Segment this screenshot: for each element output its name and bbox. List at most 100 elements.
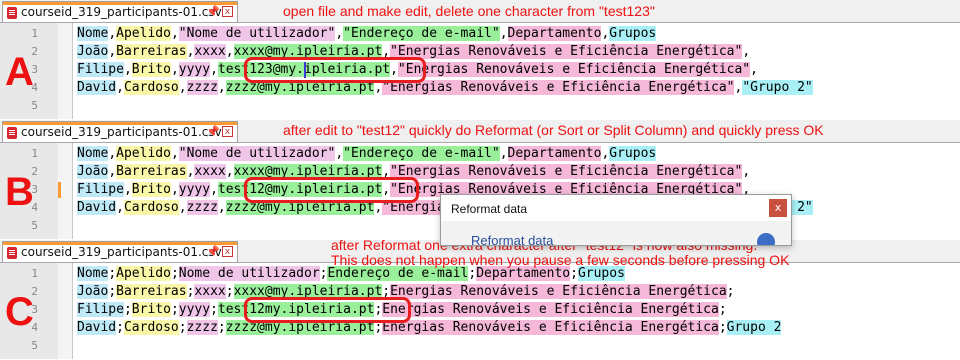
panel-marker-letter: B [5,170,34,214]
file-tab[interactable]: courseid_319_participants-01.csv 📌 x [2,1,238,22]
csv-field: , [499,146,508,161]
csv-field: Energias Renováveis e Eficiência Energét… [390,284,727,299]
pin-icon[interactable]: 📌 [206,245,220,258]
line-number: 1 [31,267,38,280]
annotation-text: open file and make edit, delete one char… [283,4,655,19]
tab-close-icon[interactable]: x [222,246,233,257]
csv-field: ; [116,320,124,335]
line-number: 1 [31,147,38,160]
csv-field: ; [123,302,132,317]
csv-field: xxxx [194,164,226,179]
tab-filename: courseid_319_participants-01.csv [21,245,222,259]
csv-field: , [335,26,344,41]
csv-field: David [77,200,117,215]
editor-panel-c: courseid_319_participants-01.csv 📌 x 1 2 3 4 5 N… [0,238,960,360]
reformat-dialog[interactable]: Reformat data x Reformat data [440,194,792,246]
csv-field: , [742,164,751,179]
csv-field: zzzz [186,80,218,95]
csv-field: Filipe [77,302,124,317]
file-tab[interactable]: courseid_319_participants-01.csv 📌 x [2,121,238,142]
csv-field: Filipe [77,62,124,77]
csv-field: Nome [77,146,109,161]
code-line[interactable]: João,Barreiras,xxxx,xxxx@my.ipleiria.pt,… [77,43,813,61]
dialog-close-icon[interactable]: x [769,199,787,217]
code-line[interactable] [77,97,813,115]
csv-field: , [108,146,117,161]
annotation-line: open file and make edit, delete one char… [283,3,655,19]
csv-field: ; [178,320,187,335]
code-line[interactable]: Filipe;Brito;yyyy;test12my.ipleiria.pt;E… [77,301,781,319]
csv-field: Barreiras [116,44,187,59]
csv-field: "Energias Renováveis e Eficiência Energé… [397,62,751,77]
code-area[interactable]: Nome,Apelido,"Nome de utilizador","Ender… [77,25,813,115]
fold-margin [58,263,72,359]
highlight-ring [244,297,411,323]
code-line[interactable]: Nome,Apelido,"Nome de utilizador","Ender… [77,25,813,43]
dialog-subtitle: Reformat data [471,233,554,246]
csv-field: Cardoso [123,320,179,335]
csv-field: , [170,26,179,41]
csv-field: ; [225,284,234,299]
dialog-title: Reformat data [451,202,528,216]
editor-panel-a: courseid_319_participants-01.csv 📌 x 1 2 3 4 5 N… [0,0,960,120]
csv-field: Departamento [507,26,602,41]
csv-field: , [108,26,117,41]
csv-field: "Energias Renováveis e Eficiência Energé… [390,164,743,179]
csv-field: , [225,164,234,179]
tab-close-icon[interactable]: x [222,126,233,137]
text-caret [304,62,307,78]
csv-field: Departamento [476,266,571,281]
code-line[interactable]: David;Cardoso;zzzz;zzzz@my.ipleiria.pt;E… [77,319,782,337]
csv-field: ; [170,302,179,317]
code-line[interactable]: David,Cardoso,zzzz,zzzz@my.ipleiria.pt,"… [77,79,813,97]
csv-field: xxxx [194,284,226,299]
csv-field: , [108,164,117,179]
file-icon [7,7,17,19]
csv-field: , [170,182,179,197]
csv-field: Energias Renováveis e Eficiência Energét… [382,302,719,317]
csv-field: Departamento [507,146,602,161]
tab-close-icon[interactable]: x [222,6,233,17]
csv-field: Brito [131,62,171,77]
csv-field: , [210,182,218,197]
csv-field: David [77,320,117,335]
csv-field: , [499,26,508,41]
pin-icon[interactable]: 📌 [206,5,220,18]
highlight-ring [244,57,427,83]
csv-field: "Grupo 2" [742,80,813,95]
csv-field: Apelido [116,26,171,41]
code-line[interactable]: João,Barreiras,xxxx,xxxx@my.ipleiria.pt,… [77,163,813,181]
csv-field: , [170,62,179,77]
csv-field: "Endereço de e-mail" [343,26,500,41]
csv-field: , [116,200,124,215]
csv-field: , [335,146,344,161]
csv-field: ; [210,302,218,317]
csv-field: ; [108,266,117,281]
csv-field: Grupos [609,26,657,41]
annotation-text: after edit to "test12" quickly do Reform… [283,123,824,138]
fold-margin [58,23,72,119]
csv-field: , [123,182,132,197]
csv-field: , [170,146,179,161]
csv-field: Brito [131,182,171,197]
tab-filename: courseid_319_participants-01.csv [21,125,222,139]
csv-field: Nome de utilizador [178,266,320,281]
csv-field: yyyy [178,182,211,197]
csv-field: Nome [77,26,109,41]
code-line[interactable]: João;Barreiras;xxxx;xxxx@my.ipleiria.pt;… [77,283,781,301]
file-tab[interactable]: courseid_319_participants-01.csv 📌 x [2,241,238,262]
csv-field: , [217,200,226,215]
help-icon[interactable] [757,233,775,245]
csv-field: "Nome de utilizador" [178,26,336,41]
csv-field: , [742,44,751,59]
line-number: 1 [31,27,38,40]
code-area[interactable]: Nome;Apelido;Nome de utilizador;Endereço… [77,265,782,355]
csv-field: , [750,62,758,77]
code-line[interactable]: Nome,Apelido,"Nome de utilizador","Ender… [77,145,813,163]
panel-marker-letter: C [5,290,34,334]
csv-field: ; [726,284,735,299]
file-icon [7,127,17,139]
code-line[interactable]: Filipe,Brito,yyyy,test123@my.ipleiria.pt… [77,61,813,79]
code-line[interactable] [77,337,781,355]
pin-icon[interactable]: 📌 [206,125,220,138]
